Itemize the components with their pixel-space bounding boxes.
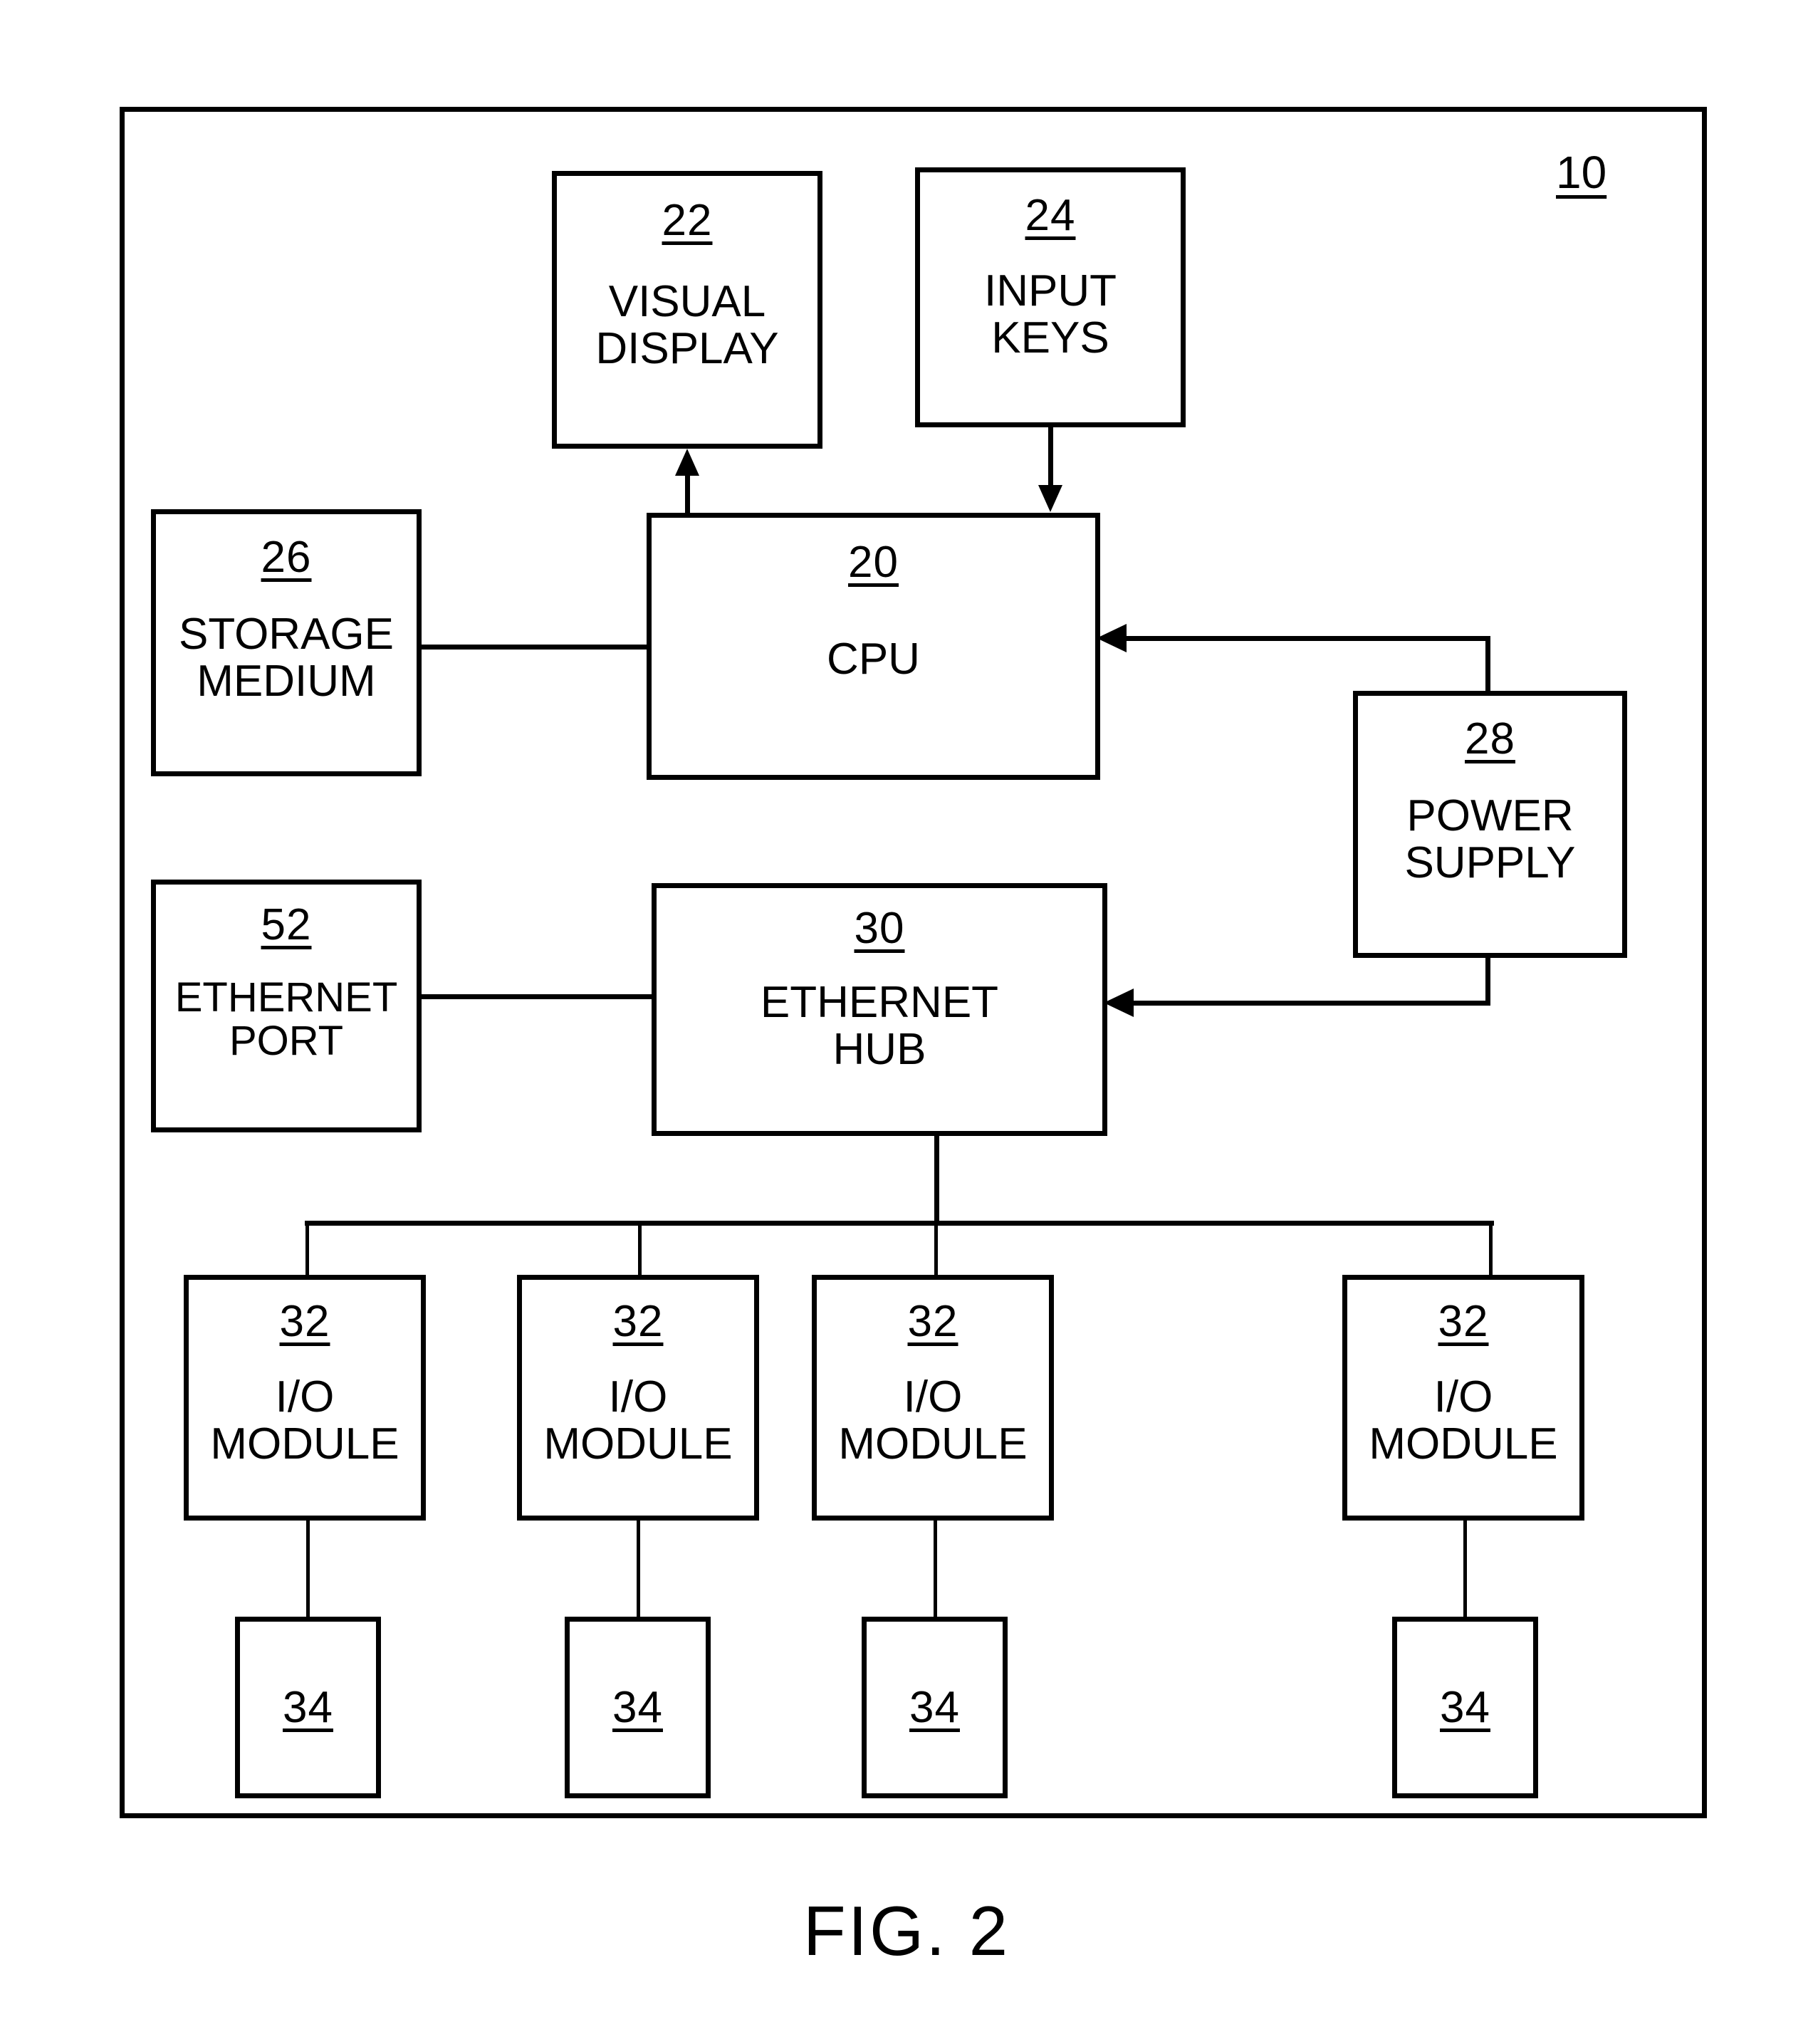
patent-figure-page: 10 22 VISUAL DISPLAY 24 INPUT KEYS 26 ST… <box>0 0 1813 2044</box>
visual-display-ref: 22 <box>662 196 713 245</box>
connector-power-to-cpu-vertical <box>1485 641 1490 694</box>
block-visual-display: 22 VISUAL DISPLAY <box>552 171 822 449</box>
io-bus-rail <box>305 1221 1494 1226</box>
connector-cpu-to-visual-display <box>685 476 690 517</box>
connector-power-to-cpu-horizontal <box>1127 636 1490 641</box>
connector-input-keys-to-cpu <box>1048 425 1053 485</box>
connector-bus-to-io-module-3 <box>934 1221 938 1278</box>
block-device-3: 34 <box>862 1617 1008 1798</box>
io-module-2-ref: 32 <box>612 1297 664 1346</box>
block-ethernet-port: 52 ETHERNET PORT <box>151 880 422 1132</box>
io-module-4-label: I/O MODULE <box>1369 1372 1558 1469</box>
block-power-supply: 28 POWER SUPPLY <box>1353 691 1627 958</box>
arrowhead-to-visual-display <box>675 449 699 476</box>
connector-power-to-hub-horizontal <box>1134 1001 1490 1006</box>
device-3-ref: 34 <box>909 1682 960 1732</box>
block-ethernet-hub: 30 ETHERNET HUB <box>652 883 1107 1136</box>
power-supply-label: POWER SUPPLY <box>1404 791 1576 887</box>
block-io-module-3: 32 I/O MODULE <box>812 1275 1054 1521</box>
block-storage-medium: 26 STORAGE MEDIUM <box>151 509 422 776</box>
device-2-ref: 34 <box>612 1682 663 1732</box>
ethernet-port-label: ETHERNET PORT <box>174 974 398 1065</box>
connector-io-module-2-to-device-2 <box>637 1519 640 1619</box>
io-module-1-label: I/O MODULE <box>210 1372 399 1469</box>
input-keys-ref: 24 <box>1025 191 1076 240</box>
arrowhead-to-cpu-from-keys <box>1038 485 1062 512</box>
connector-storage-to-cpu <box>419 645 649 650</box>
block-cpu: 20 CPU <box>647 513 1100 780</box>
connector-ethernet-port-to-hub <box>419 994 654 999</box>
cpu-ref: 20 <box>848 538 899 587</box>
connector-io-module-3-to-device-3 <box>934 1519 937 1619</box>
figure-caption: FIG. 2 <box>803 1892 1010 1970</box>
block-device-1: 34 <box>235 1617 381 1798</box>
device-1-ref: 34 <box>283 1682 333 1732</box>
io-module-4-ref: 32 <box>1438 1297 1489 1346</box>
connector-io-module-4-to-device-4 <box>1463 1519 1467 1619</box>
connector-bus-to-io-module-2 <box>638 1221 642 1278</box>
block-io-module-1: 32 I/O MODULE <box>184 1275 426 1521</box>
visual-display-label: VISUAL DISPLAY <box>595 277 779 373</box>
system-reference-numeral: 10 <box>1556 147 1607 198</box>
connector-hub-to-io-bus-trunk <box>934 1132 939 1226</box>
ethernet-hub-label: ETHERNET HUB <box>760 978 999 1074</box>
block-device-4: 34 <box>1392 1617 1538 1798</box>
ethernet-port-ref: 52 <box>261 900 312 949</box>
io-module-3-ref: 32 <box>907 1297 958 1346</box>
block-device-2: 34 <box>565 1617 711 1798</box>
arrowhead-to-hub-from-power <box>1104 989 1134 1017</box>
arrowhead-to-cpu-from-power <box>1097 624 1127 652</box>
connector-bus-to-io-module-1 <box>305 1221 309 1278</box>
io-module-3-label: I/O MODULE <box>838 1372 1028 1469</box>
io-module-2-label: I/O MODULE <box>543 1372 733 1469</box>
io-module-1-ref: 32 <box>279 1297 330 1346</box>
storage-medium-ref: 26 <box>261 533 312 582</box>
storage-medium-label: STORAGE MEDIUM <box>178 610 395 706</box>
input-keys-label: INPUT KEYS <box>984 266 1117 363</box>
connector-io-module-1-to-device-1 <box>306 1519 310 1619</box>
cpu-label: CPU <box>827 635 920 684</box>
block-io-module-2: 32 I/O MODULE <box>517 1275 759 1521</box>
block-io-module-4: 32 I/O MODULE <box>1342 1275 1584 1521</box>
ethernet-hub-ref: 30 <box>854 904 905 953</box>
connector-power-to-hub-vertical <box>1485 958 1490 1006</box>
device-4-ref: 34 <box>1440 1682 1490 1732</box>
connector-bus-to-io-module-4 <box>1489 1221 1493 1278</box>
block-input-keys: 24 INPUT KEYS <box>915 167 1186 427</box>
power-supply-ref: 28 <box>1465 714 1515 763</box>
